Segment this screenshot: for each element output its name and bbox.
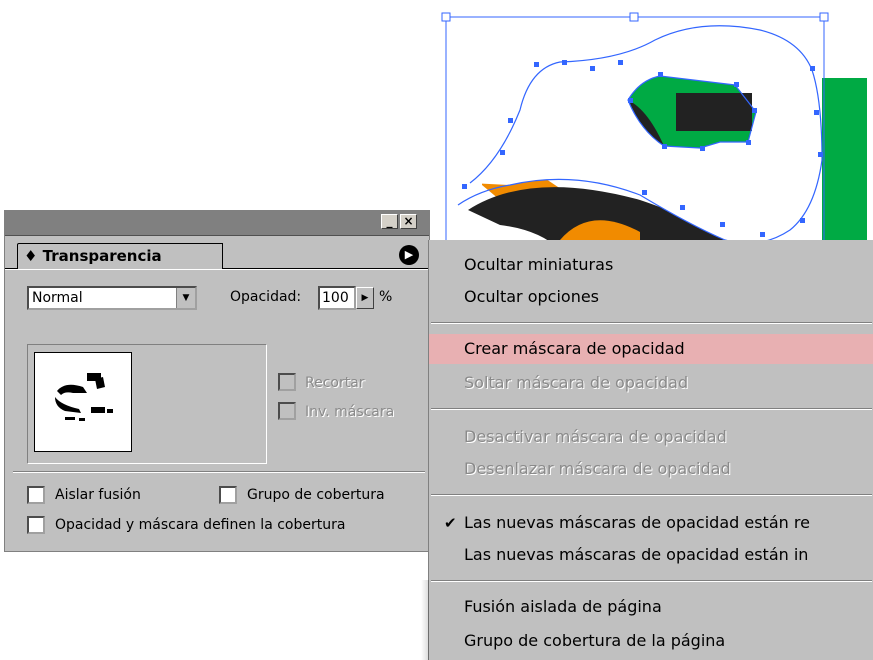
tab-label: ♦ Transparencia: [24, 247, 162, 265]
menu-item-page-isolated-blending[interactable]: Fusión aislada de página: [429, 592, 873, 622]
tab-divider-highlight: [5, 269, 429, 270]
close-icon[interactable]: ×: [400, 214, 417, 229]
menu-item-disable-opacity-mask[interactable]: Desactivar máscara de opacidad: [429, 422, 873, 452]
menu-item-page-knockout-group[interactable]: Grupo de cobertura de la página: [429, 626, 873, 656]
menu-separator: [431, 494, 872, 496]
menu-arrow-icon[interactable]: ▶: [399, 245, 419, 265]
blend-mode-value: Normal: [32, 290, 83, 306]
invert-mask-checkbox[interactable]: [278, 402, 296, 420]
panel-title-bar[interactable]: _ ×: [5, 211, 429, 236]
menu-item-unlink-opacity-mask[interactable]: Desenlazar máscara de opacidad: [429, 454, 873, 484]
transparency-panel: _ × ♦ Transparencia ▶ Normal ▼ Opacidad:…: [4, 210, 430, 552]
panel-flyout-menu: Ocultar miniaturas Ocultar opciones Crea…: [421, 240, 873, 660]
panel-separator-highlight: [13, 472, 425, 473]
mask-preview-group: [27, 344, 267, 464]
menu-item-label: Ocultar opciones: [464, 287, 600, 306]
menu-item-label: Desenlazar máscara de opacidad: [464, 459, 731, 478]
dark-inner-rectangle[interactable]: [676, 93, 752, 131]
isolate-blending-checkbox[interactable]: [27, 486, 45, 504]
green-rectangle[interactable]: [822, 78, 867, 248]
menu-item-label: Soltar máscara de opacidad: [464, 373, 689, 392]
menu-item-hide-thumbnails[interactable]: Ocultar miniaturas: [429, 250, 873, 280]
define-knockout-checkbox[interactable]: [27, 516, 45, 534]
define-knockout-label: Opacidad y máscara definen la cobertura: [55, 517, 346, 533]
menu-item-label: Ocultar miniaturas: [464, 255, 614, 274]
opacity-field[interactable]: 100: [318, 286, 356, 310]
clip-checkbox[interactable]: [278, 373, 296, 391]
opacity-unit: %: [379, 289, 393, 305]
menu-item-label: Crear máscara de opacidad: [464, 339, 685, 358]
opacity-label: Opacidad:: [230, 289, 302, 305]
minimize-icon[interactable]: _: [381, 214, 398, 229]
thumbnail-image: [55, 373, 113, 421]
menu-item-new-masks-clipping[interactable]: ✔ Las nuevas máscaras de opacidad están r…: [429, 508, 873, 538]
chevron-down-icon[interactable]: ▼: [176, 288, 195, 308]
menu-item-new-masks-inverted[interactable]: Las nuevas máscaras de opacidad están in: [429, 540, 873, 570]
menu-item-hide-options[interactable]: Ocultar opciones: [429, 282, 873, 312]
isolate-blending-label: Aislar fusión: [55, 487, 141, 503]
tab-transparencia[interactable]: ♦ Transparencia: [17, 243, 223, 269]
invert-mask-label: Inv. máscara: [305, 404, 395, 420]
opacity-value: 100: [322, 290, 349, 306]
menu-separator: [431, 322, 872, 324]
menu-item-label: Grupo de cobertura de la página: [464, 631, 726, 650]
menu-item-label: Las nuevas máscaras de opacidad están in: [464, 545, 809, 564]
menu-item-label: Desactivar máscara de opacidad: [464, 427, 727, 446]
menu-item-label: Fusión aislada de página: [464, 597, 662, 616]
knockout-group-label: Grupo de cobertura: [247, 487, 385, 503]
menu-item-make-opacity-mask[interactable]: Crear máscara de opacidad: [429, 334, 873, 364]
menu-separator: [431, 580, 872, 582]
menu-item-release-opacity-mask[interactable]: Soltar máscara de opacidad: [429, 368, 873, 398]
menu-item-label: Las nuevas máscaras de opacidad están re: [464, 513, 810, 532]
artwork-thumbnail[interactable]: [34, 352, 132, 452]
opacity-slider-arrow-icon[interactable]: ▶: [356, 287, 374, 309]
clip-label: Recortar: [305, 375, 365, 391]
blend-mode-select[interactable]: Normal ▼: [27, 286, 197, 310]
knockout-group-checkbox[interactable]: [219, 486, 237, 504]
menu-separator: [431, 408, 872, 410]
checkmark-icon: ✔: [444, 514, 457, 532]
